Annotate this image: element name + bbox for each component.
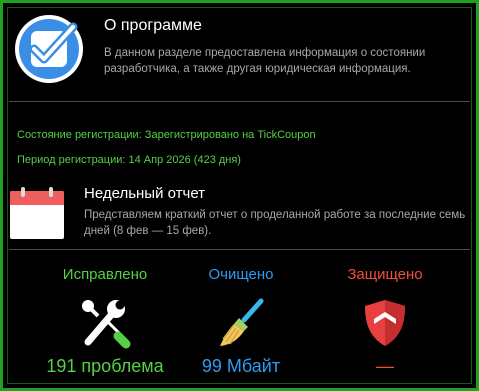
stat-fixed-value: 191 проблема xyxy=(46,356,164,376)
shield-icon xyxy=(365,300,405,346)
checkmark-badge-icon xyxy=(15,15,83,83)
registration-status: Состояние регистрации: Зарегистрировано … xyxy=(17,129,316,141)
stat-protected: Защищено — xyxy=(310,266,460,376)
divider xyxy=(9,249,470,250)
stat-fixed-label: Исправлено xyxy=(62,266,148,283)
stat-cleaned-value: 99 Мбайт xyxy=(201,356,281,376)
stat-protected-label: Защищено xyxy=(347,266,423,283)
stat-cleaned: Очищено 99 Мбайт xyxy=(166,266,316,376)
stat-cleaned-label: Очищено xyxy=(208,266,274,283)
page-title: О программе xyxy=(104,17,202,34)
stat-protected-value: — xyxy=(376,356,394,376)
weekly-report-description: Представляем краткий отчет о проделанной… xyxy=(84,209,466,237)
page-description: В данном разделе предоставлена информаци… xyxy=(104,47,426,75)
broom-icon xyxy=(220,298,264,346)
calendar-icon xyxy=(10,187,64,239)
divider xyxy=(9,101,470,102)
registration-period: Период регистрации: 14 Апр 2026 (423 дня… xyxy=(17,154,241,166)
tools-icon xyxy=(82,300,131,349)
weekly-report-title: Недельный отчет xyxy=(84,185,206,202)
stat-fixed: Исправлено 191 проблема xyxy=(30,266,180,376)
